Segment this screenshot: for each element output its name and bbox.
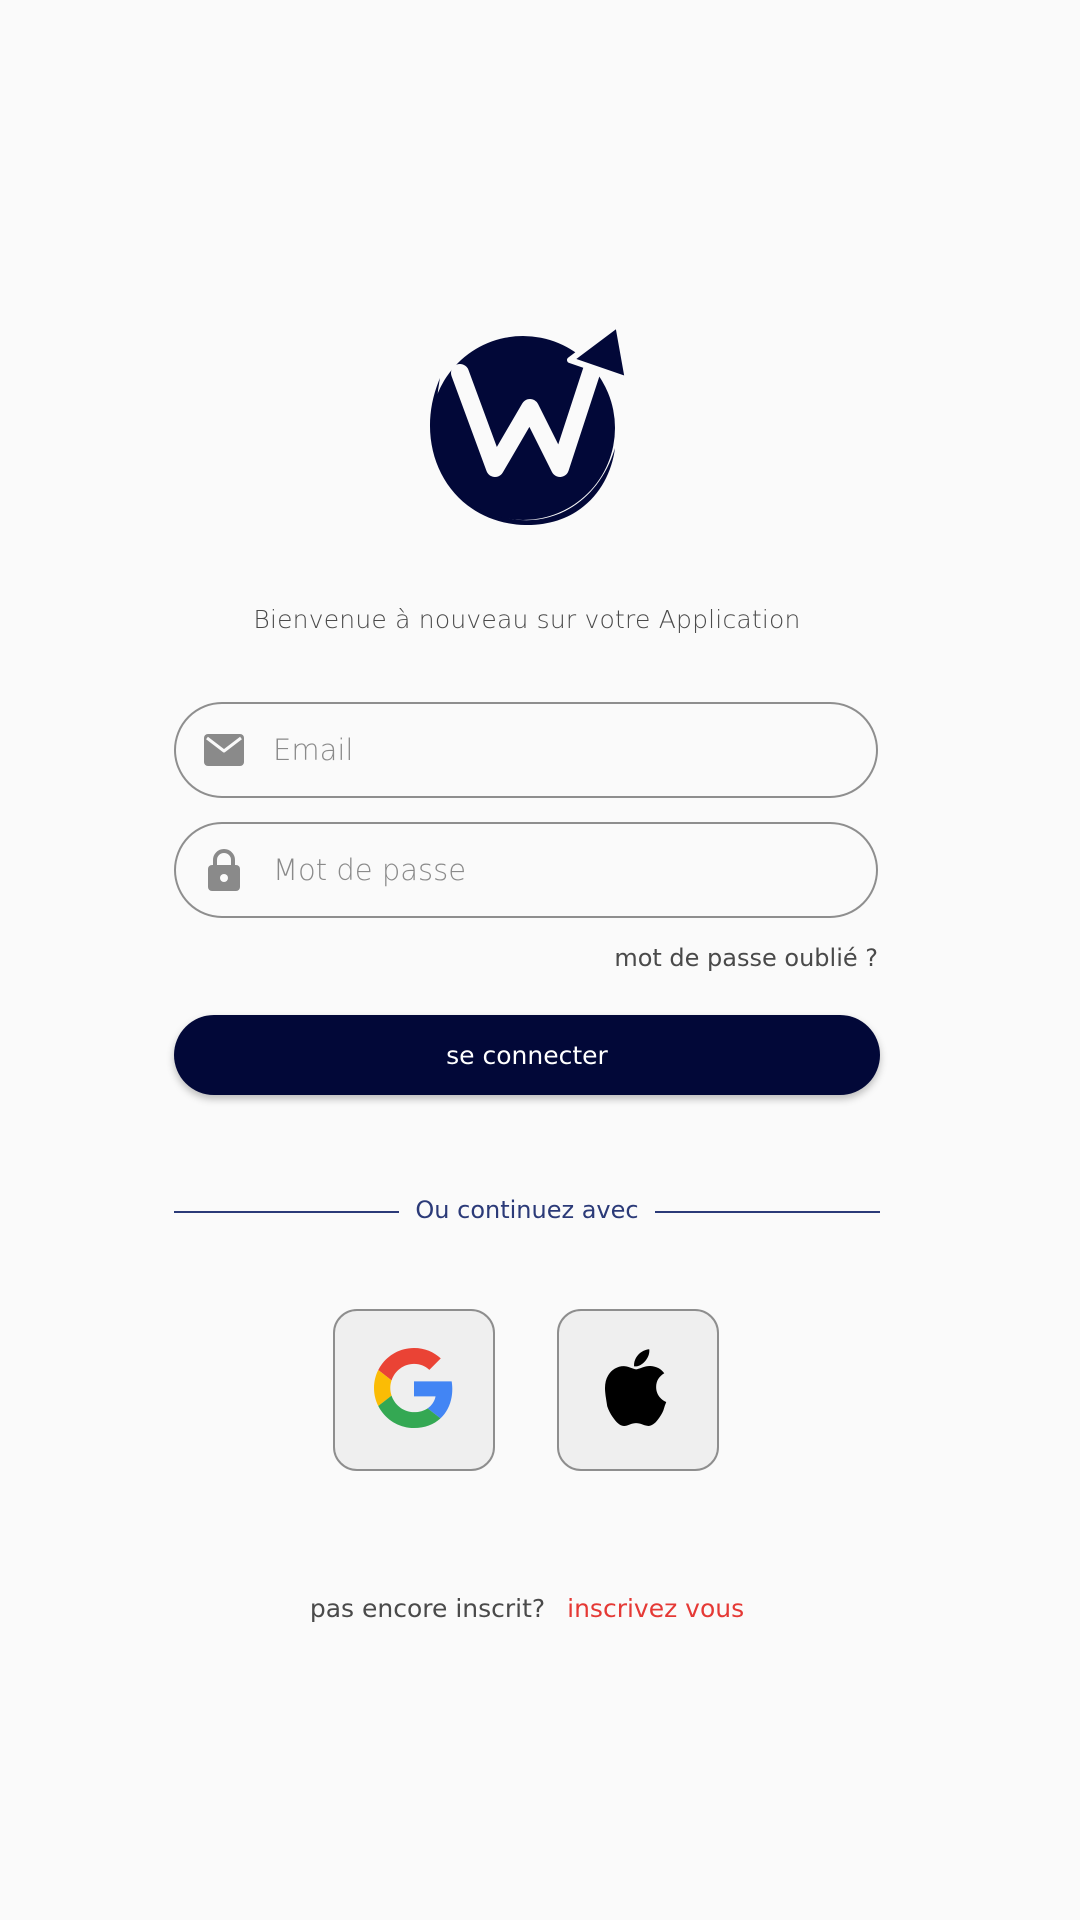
signup-prompt: pas encore inscrit? <box>309 1594 546 1623</box>
signup-link[interactable]: inscrivez vous <box>567 1594 744 1623</box>
divider-text: Ou continuez avec <box>415 1196 639 1224</box>
envelope-icon <box>202 728 246 772</box>
email-field[interactable] <box>174 702 878 798</box>
forgot-password-link[interactable]: mot de passe oublié ? <box>614 944 878 972</box>
apple-signin-button[interactable] <box>557 1309 719 1471</box>
login-button[interactable]: se connecter <box>174 1015 880 1095</box>
google-icon <box>374 1348 454 1432</box>
app-logo <box>420 318 631 530</box>
password-input[interactable] <box>271 824 846 916</box>
lock-icon <box>202 848 246 892</box>
password-field[interactable] <box>174 822 878 918</box>
email-input[interactable] <box>271 704 846 796</box>
divider-line-right <box>655 1211 880 1213</box>
welcome-text: Bienvenue à nouveau sur votre Applicatio… <box>253 605 801 634</box>
divider-line-left <box>174 1211 399 1213</box>
apple-icon <box>605 1348 671 1432</box>
signup-row: pas encore inscrit? inscrivez vous <box>0 1594 1054 1623</box>
google-signin-button[interactable] <box>333 1309 495 1471</box>
